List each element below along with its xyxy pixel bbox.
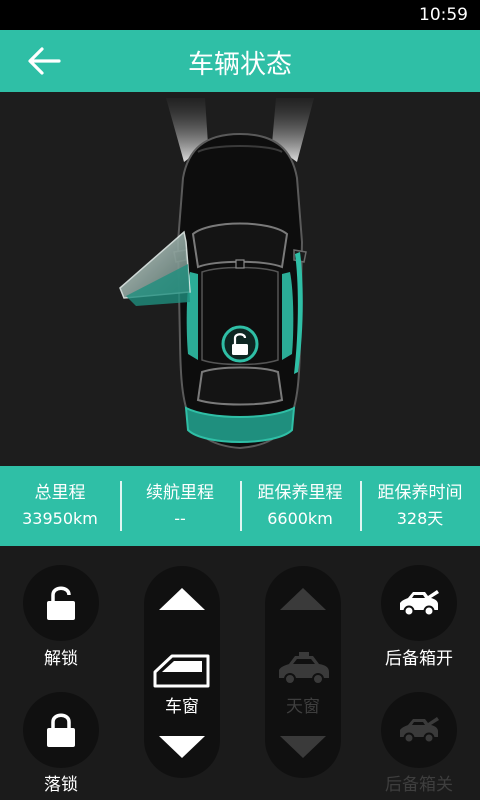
stat-value: 328天 — [396, 509, 444, 528]
trunk-open-button[interactable] — [381, 565, 457, 641]
stat-label: 续航里程 — [146, 483, 214, 503]
lock-label: 落锁 — [44, 775, 78, 795]
stat-maintenance-distance: 距保养里程 6600km — [240, 466, 360, 546]
car-status-view — [0, 92, 480, 466]
trunk-close-button[interactable] — [381, 692, 457, 768]
unlock-button[interactable] — [23, 565, 99, 641]
window-control — [144, 566, 220, 778]
locked-padlock-icon — [47, 713, 75, 747]
unlocked-padlock-icon — [47, 586, 75, 620]
stat-range: 续航里程 -- — [120, 466, 240, 546]
stat-label: 距保养里程 — [257, 483, 343, 503]
unlock-label: 解锁 — [44, 649, 78, 669]
sunroof-down-button[interactable] — [280, 736, 326, 758]
stat-total-mileage: 总里程 33950km — [0, 466, 120, 546]
sunroof-up-button[interactable] — [280, 588, 326, 610]
status-bar: 10:59 — [0, 0, 480, 30]
trunk-open-label: 后备箱开 — [385, 649, 453, 669]
car-trunk-open-icon — [400, 590, 439, 617]
car-icon — [279, 652, 329, 685]
window-label: 车窗 — [165, 697, 199, 717]
window-down-button[interactable] — [159, 736, 205, 758]
stat-label: 距保养时间 — [377, 483, 463, 503]
stat-value: -- — [174, 509, 186, 528]
window-up-button[interactable] — [159, 588, 205, 610]
sunroof-control — [265, 566, 341, 778]
car-trunk-close-icon — [400, 717, 439, 744]
controls-panel: 解锁 落锁 车窗 天窗 后备箱开 后备箱关 — [0, 546, 480, 800]
stats-bar: 总里程 33950km 续航里程 -- 距保养里程 6600km 距保养时间 3… — [0, 466, 480, 546]
page-title: 车辆状态 — [187, 50, 292, 80]
status-time: 10:59 — [419, 5, 468, 25]
stat-label: 总里程 — [34, 483, 86, 503]
stat-value: 6600km — [267, 509, 333, 528]
trunk-close-label: 后备箱关 — [385, 775, 453, 795]
header: 车辆状态 — [0, 30, 480, 92]
sunroof-label: 天窗 — [286, 697, 320, 717]
car-window-icon — [153, 654, 210, 688]
stat-maintenance-time: 距保养时间 328天 — [360, 466, 480, 546]
stat-value: 33950km — [22, 509, 98, 528]
lock-button[interactable] — [23, 692, 99, 768]
car-illustration — [119, 98, 314, 450]
